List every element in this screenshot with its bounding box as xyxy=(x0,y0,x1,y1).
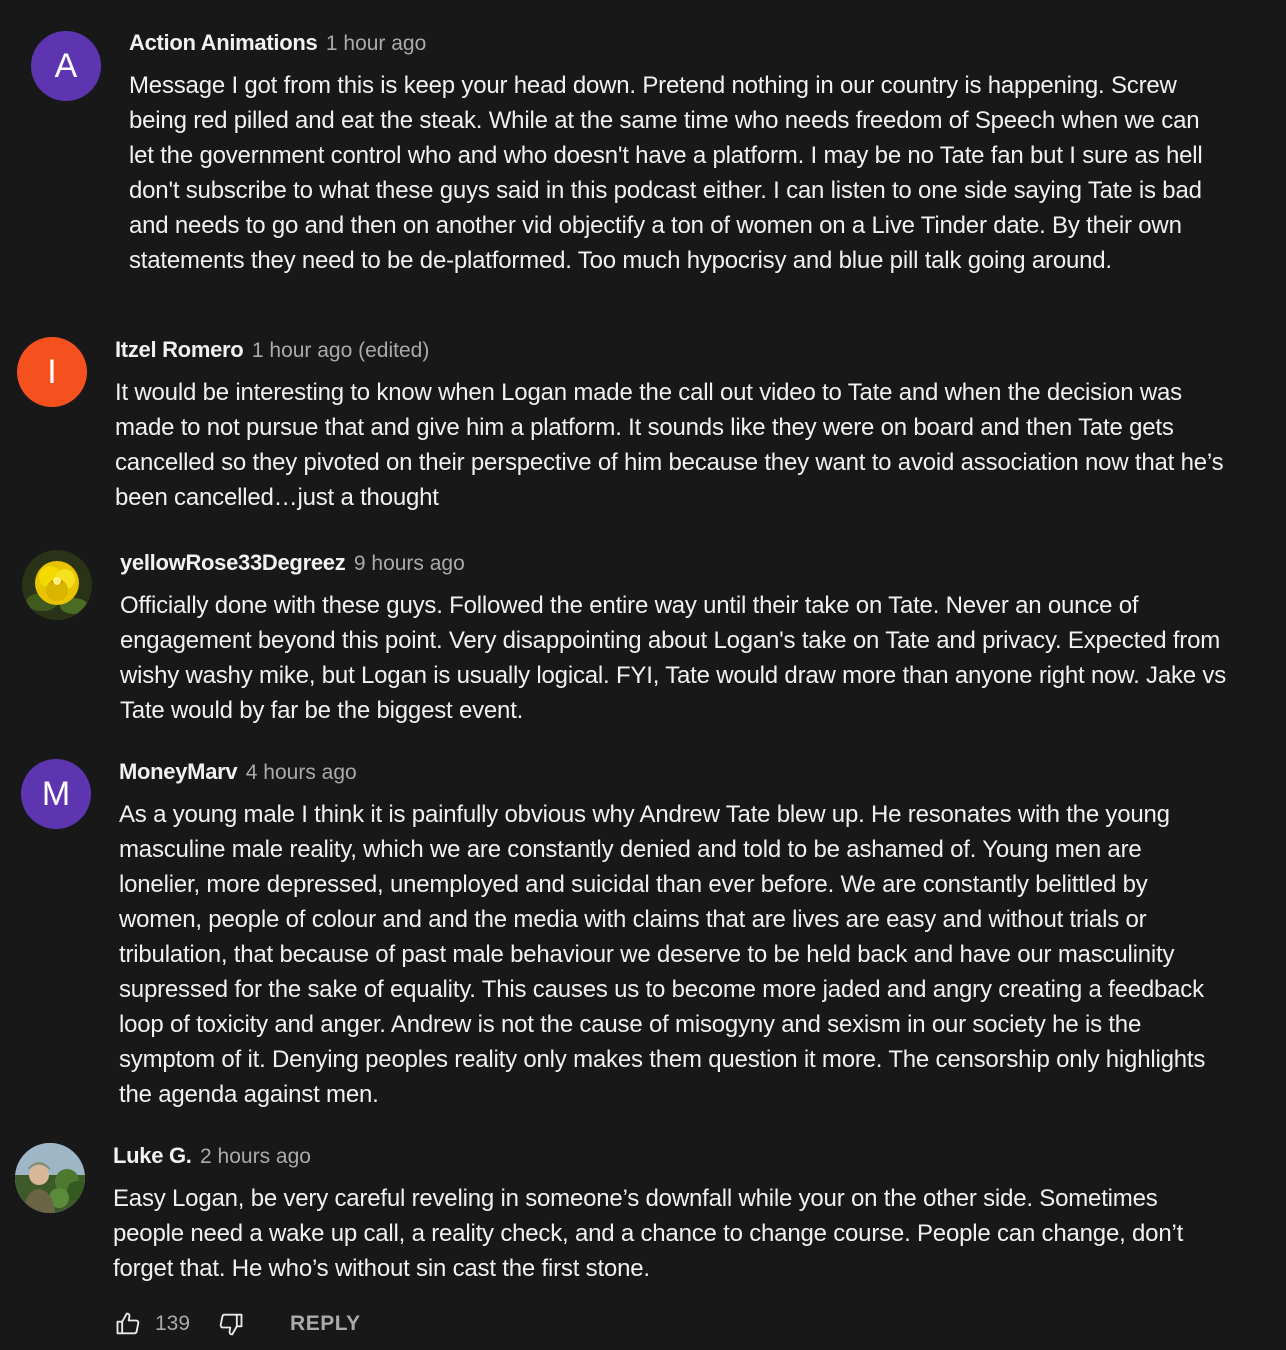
comment-body: Itzel Romero 1 hour ago (edited) It woul… xyxy=(115,335,1226,515)
reply-button[interactable]: REPLY xyxy=(290,1312,361,1336)
author-name[interactable]: Luke G. xyxy=(113,1143,192,1168)
comment-text: Easy Logan, be very careful reveling in … xyxy=(113,1185,1184,1282)
comment-header: yellowRose33Degreez 9 hours ago xyxy=(120,548,1226,578)
author-name[interactable]: MoneyMarv xyxy=(119,759,238,784)
author-name[interactable]: Action Animations xyxy=(129,30,318,55)
comment-body: MoneyMarv 4 hours ago As a young male I … xyxy=(119,757,1226,1112)
avatar[interactable]: I xyxy=(17,337,87,407)
avatar[interactable] xyxy=(22,550,92,620)
comment-text: It would be interesting to know when Log… xyxy=(115,379,1224,511)
thumbs-up-icon xyxy=(116,1312,140,1335)
comment-text: Officially done with these guys. Followe… xyxy=(120,592,1226,724)
author-name[interactable]: Itzel Romero xyxy=(115,337,244,362)
comment-header: Luke G. 2 hours ago xyxy=(113,1141,1226,1171)
comment-body: Luke G. 2 hours ago Easy Logan, be very … xyxy=(113,1141,1226,1286)
avatar[interactable] xyxy=(15,1143,85,1213)
comment-header: MoneyMarv 4 hours ago xyxy=(119,757,1226,787)
comment-text: As a young male I think it is painfully … xyxy=(119,801,1206,1108)
comment-text: Message I got from this is keep your hea… xyxy=(129,72,1203,274)
comment-timestamp[interactable]: 4 hours ago xyxy=(246,761,357,784)
like-button[interactable] xyxy=(113,1309,143,1339)
like-count: 139 xyxy=(155,1312,191,1335)
avatar-letter: I xyxy=(47,353,57,391)
comment-timestamp[interactable]: 9 hours ago xyxy=(354,552,465,575)
thumbs-down-icon xyxy=(219,1313,243,1336)
comment-body: yellowRose33Degreez 9 hours ago Official… xyxy=(120,548,1226,728)
comment-timestamp[interactable]: 1 hour ago xyxy=(326,32,426,55)
avatar-letter: M xyxy=(41,775,71,813)
comment-header: Action Animations 1 hour ago xyxy=(129,28,1226,58)
comment-timestamp[interactable]: 2 hours ago xyxy=(200,1145,311,1168)
author-name[interactable]: yellowRose33Degreez xyxy=(120,550,346,575)
comment-timestamp[interactable]: 1 hour ago (edited) xyxy=(252,339,429,362)
comment-header: Itzel Romero 1 hour ago (edited) xyxy=(115,335,1226,365)
avatar[interactable]: M xyxy=(21,759,91,829)
dislike-button[interactable] xyxy=(216,1309,246,1339)
comment-body: Action Animations 1 hour ago Message I g… xyxy=(129,28,1226,278)
avatar-letter: A xyxy=(54,47,78,85)
yellow-rose-icon xyxy=(22,550,92,620)
avatar[interactable]: A xyxy=(31,31,101,101)
person-photo-icon xyxy=(15,1143,85,1213)
comment-action-bar: 139 REPLY xyxy=(113,1306,361,1342)
